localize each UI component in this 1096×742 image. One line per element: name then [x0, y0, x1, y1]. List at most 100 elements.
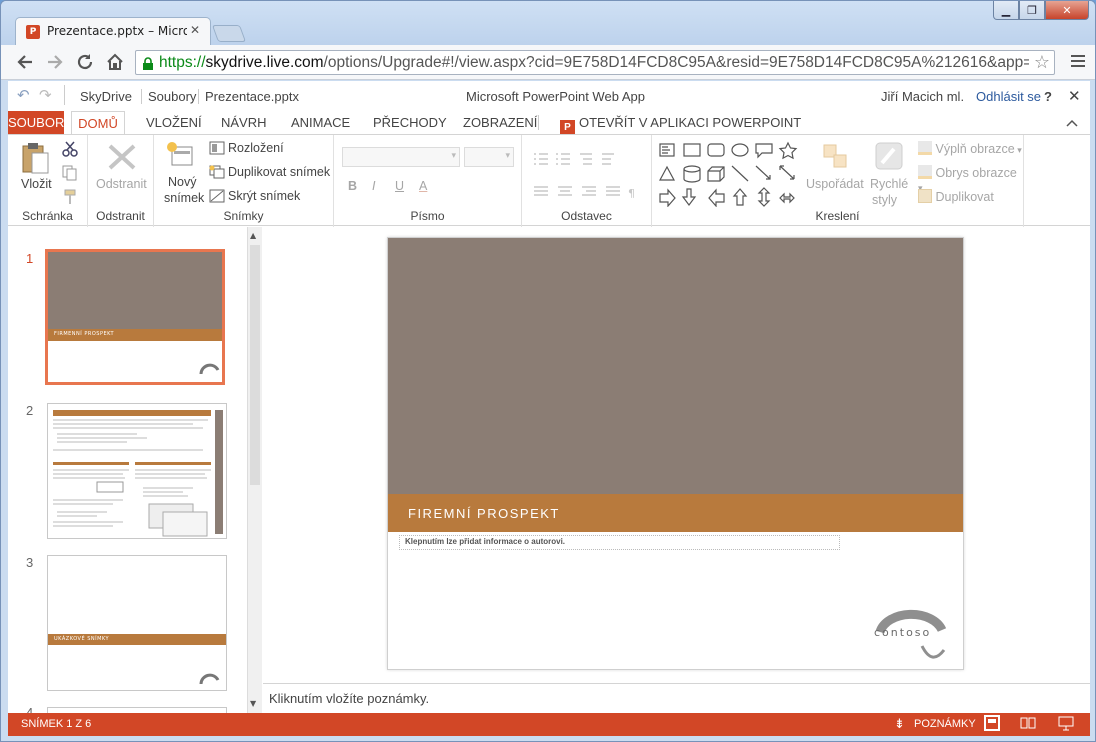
- thumb-1-title-band: FIRMENNÍ PROSPEKT: [48, 329, 222, 341]
- new-tab-button[interactable]: [211, 25, 247, 42]
- contoso-logo-icon: [199, 673, 220, 685]
- copy-icon[interactable]: [62, 165, 78, 184]
- breadcrumb-skydrive[interactable]: SkyDrive: [80, 89, 132, 104]
- browser-menu-icon[interactable]: [1071, 55, 1085, 70]
- new-slide-label-2: snímek: [164, 191, 205, 205]
- tab-vlozeni[interactable]: VLOŽENÍ: [146, 111, 202, 134]
- thumbnail-number: 3: [26, 555, 34, 570]
- slideshow-icon[interactable]: [1058, 715, 1074, 734]
- shapes-gallery[interactable]: [658, 141, 798, 207]
- tab-navrh[interactable]: NÁVRH: [221, 111, 267, 134]
- close-window-button[interactable]: ✕: [1045, 1, 1089, 20]
- home-icon[interactable]: [105, 52, 125, 77]
- powerpoint-favicon-icon: P: [26, 25, 40, 39]
- underline-button[interactable]: U: [395, 179, 404, 193]
- group-delete: Odstranit Odstranit: [88, 135, 154, 227]
- tab-strip: P Prezentace.pptx – Microso ✕ ▁ ❐ ✕: [1, 1, 1095, 46]
- scroll-thumb[interactable]: [250, 245, 260, 485]
- tab-close-icon[interactable]: ✕: [190, 23, 200, 37]
- bold-button[interactable]: B: [348, 179, 357, 193]
- open-in-powerpoint-button[interactable]: P OTEVŘÍT V APLIKACI POWERPOINT: [560, 111, 801, 135]
- scroll-up-icon[interactable]: ▲: [250, 231, 256, 240]
- notes-pane[interactable]: Kliknutím vložíte poznámky.: [263, 683, 1090, 713]
- ribbon: Vložit Schránka Odstranit Odstranit Nový…: [8, 134, 1090, 227]
- tab-soubor[interactable]: SOUBOR: [8, 111, 64, 134]
- font-family-select[interactable]: ▾: [342, 147, 460, 167]
- thumb-2-sidebar: [215, 410, 223, 534]
- quick-styles-icon: [874, 141, 904, 174]
- forward-icon[interactable]: [45, 52, 65, 77]
- cut-icon[interactable]: [62, 141, 78, 160]
- browser-window: P Prezentace.pptx – Microso ✕ ▁ ❐ ✕ ht: [0, 0, 1096, 742]
- reading-view-icon[interactable]: [1020, 715, 1036, 734]
- notes-toggle-icon[interactable]: ⇟: [894, 716, 905, 732]
- help-icon[interactable]: ?: [1044, 89, 1052, 104]
- bookmark-star-icon[interactable]: ☆: [1034, 52, 1050, 73]
- shape-fill-button[interactable]: Výplň obrazce ▾: [918, 141, 1022, 156]
- back-icon[interactable]: [15, 52, 35, 77]
- redo-icon[interactable]: ↷: [39, 86, 52, 104]
- url-path: /options/Upgrade#!/view.aspx?cid=9E758D1…: [323, 54, 1029, 71]
- slide-editing-area: FIREMNÍ PROSPEKT Klepnutím lze přidat in…: [263, 227, 1090, 683]
- delete-icon: [107, 143, 137, 174]
- close-app-icon[interactable]: ✕: [1068, 87, 1081, 105]
- undo-icon[interactable]: ↶: [17, 86, 30, 104]
- slide-thumbnail-2[interactable]: [47, 403, 227, 539]
- tabs-divider: [538, 115, 539, 130]
- app-header: ↶ ↷ SkyDrive Soubory Prezentace.pptx Mic…: [8, 81, 1090, 111]
- duplicate-slide-button[interactable]: Duplikovat snímek: [209, 165, 330, 182]
- tab-zobrazeni[interactable]: ZOBRAZENÍ: [463, 111, 537, 134]
- current-slide[interactable]: FIREMNÍ PROSPEKT Klepnutím lze přidat in…: [387, 237, 964, 670]
- italic-button[interactable]: I: [372, 179, 375, 193]
- slide-thumbnail-1[interactable]: FIRMENNÍ PROSPEKT: [45, 249, 225, 385]
- paste-button[interactable]: Vložit: [20, 141, 52, 191]
- address-bar[interactable]: https://skydrive.live.com/options/Upgrad…: [135, 50, 1055, 75]
- format-painter-icon[interactable]: [62, 189, 78, 208]
- reload-icon[interactable]: [75, 52, 95, 77]
- hide-slide-label: Skrýt snímek: [228, 189, 301, 203]
- author-placeholder-text: Klepnutím lze přidat informace o autorov…: [405, 537, 566, 546]
- notes-toggle-label[interactable]: POZNÁMKY: [914, 718, 976, 730]
- thumbnails-scrollbar[interactable]: ▲ ▼: [247, 227, 262, 713]
- duplicate-shape-button[interactable]: Duplikovat: [918, 189, 994, 204]
- slide-thumbnail-3[interactable]: UKÁZKOVÉ SNÍMKY: [47, 555, 227, 691]
- group-paragraph: ¶ Odstavec: [522, 135, 652, 227]
- duplicate-slide-label: Duplikovat snímek: [228, 165, 331, 179]
- tab-animace[interactable]: ANIMACE: [291, 111, 350, 134]
- collapse-ribbon-icon[interactable]: [1066, 111, 1078, 134]
- group-font: ▾ ▾ B I U A Písmo: [334, 135, 522, 227]
- new-slide-icon: [167, 142, 193, 166]
- tab-domu[interactable]: DOMŮ: [71, 111, 125, 134]
- breadcrumb-files[interactable]: Soubory: [141, 89, 196, 104]
- contoso-logo: contoso: [872, 606, 952, 666]
- user-name[interactable]: Jiří Macich ml.: [881, 89, 964, 104]
- font-size-select[interactable]: ▾: [464, 147, 514, 167]
- font-group-label: Písmo: [410, 209, 445, 223]
- window-controls: ▁ ❐ ✕: [993, 1, 1089, 20]
- editing-view-icon[interactable]: [984, 715, 1000, 731]
- minimize-button[interactable]: ▁: [993, 1, 1019, 20]
- breadcrumb-file: Prezentace.pptx: [198, 89, 299, 104]
- arrange-button[interactable]: Uspořádat: [806, 177, 864, 191]
- paragraph-icons: ¶: [534, 153, 635, 200]
- new-slide-button[interactable]: Nový snímek: [164, 141, 204, 205]
- slide-title[interactable]: FIREMNÍ PROSPEKT: [408, 506, 560, 521]
- thumb-1-title: FIRMENNÍ PROSPEKT: [54, 331, 115, 337]
- font-size-dropdown-icon: ▾: [505, 150, 510, 160]
- quick-styles-label-1[interactable]: Rychlé: [870, 177, 908, 191]
- thumb-3-title-band: UKÁZKOVÉ SNÍMKY: [48, 634, 226, 645]
- delete-button[interactable]: Odstranit: [96, 177, 147, 191]
- sign-out-link[interactable]: Odhlásit se: [976, 89, 1041, 104]
- lock-icon: [142, 56, 154, 70]
- layout-button[interactable]: Rozložení: [209, 141, 284, 158]
- author-placeholder-box[interactable]: Klepnutím lze přidat informace o autorov…: [399, 535, 840, 550]
- notes-placeholder: Kliknutím vložíte poznámky.: [269, 691, 430, 706]
- maximize-button[interactable]: ❐: [1019, 1, 1045, 20]
- font-color-button[interactable]: A: [419, 179, 427, 193]
- browser-tab[interactable]: P Prezentace.pptx – Microso ✕: [15, 17, 211, 46]
- scroll-down-icon[interactable]: ▼: [250, 699, 256, 708]
- tab-prechody[interactable]: PŘECHODY: [373, 111, 447, 134]
- url-scheme: https://: [159, 54, 206, 71]
- quick-styles-label-2[interactable]: styly: [872, 193, 897, 207]
- hide-slide-button[interactable]: Skrýt snímek: [209, 189, 300, 206]
